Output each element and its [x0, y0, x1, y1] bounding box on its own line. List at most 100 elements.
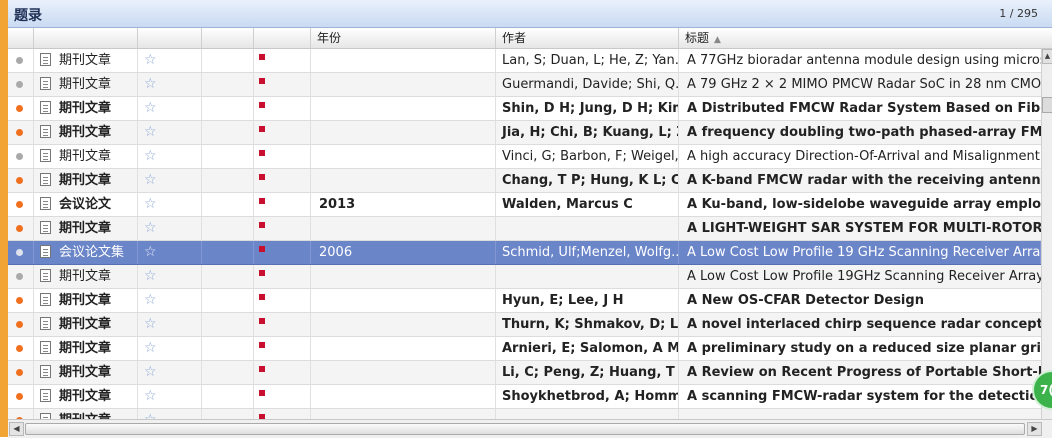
scroll-up-button[interactable]: ▲	[1042, 49, 1052, 64]
type-cell[interactable]: 期刊文章	[34, 217, 138, 240]
type-cell[interactable]: 期刊文章	[34, 49, 138, 72]
star-cell[interactable]: ☆	[138, 265, 202, 288]
star-icon[interactable]: ☆	[144, 73, 157, 96]
star-cell[interactable]: ☆	[138, 385, 202, 408]
table-row[interactable]: 期刊文章 ☆ Shin, D H; Jung, D H; Kim, A Distrib…	[8, 97, 1041, 121]
star-icon[interactable]: ☆	[144, 169, 157, 192]
star-cell[interactable]: ☆	[138, 313, 202, 336]
read-status-cell[interactable]	[8, 49, 34, 72]
star-cell[interactable]: ☆	[138, 241, 202, 264]
header-flag[interactable]	[254, 28, 311, 48]
flag-cell[interactable]	[254, 49, 311, 72]
read-status-cell[interactable]	[8, 385, 34, 408]
flag-cell[interactable]	[254, 97, 311, 120]
star-cell[interactable]: ☆	[138, 169, 202, 192]
star-icon[interactable]: ☆	[144, 289, 157, 312]
flag-cell[interactable]	[254, 169, 311, 192]
flag-cell[interactable]	[254, 385, 311, 408]
type-cell[interactable]: 期刊文章	[34, 97, 138, 120]
type-cell[interactable]: 期刊文章	[34, 169, 138, 192]
table-row[interactable]: 会议论文 ☆ 2013 Walden, Marcus C A Ku-band, low-…	[8, 193, 1041, 217]
header-type[interactable]	[34, 28, 138, 48]
read-status-cell[interactable]	[8, 409, 34, 419]
read-status-cell[interactable]	[8, 289, 34, 312]
type-cell[interactable]: 期刊文章	[34, 409, 138, 419]
scroll-left-button[interactable]: ◀	[9, 422, 24, 436]
header-star[interactable]	[138, 28, 202, 48]
table-row[interactable]: 期刊文章 ☆ A Low Cost Low Profile 19GHz Scanni…	[8, 265, 1041, 289]
read-status-cell[interactable]	[8, 313, 34, 336]
read-status-cell[interactable]	[8, 193, 34, 216]
star-cell[interactable]: ☆	[138, 49, 202, 72]
type-cell[interactable]: 期刊文章	[34, 73, 138, 96]
star-cell[interactable]: ☆	[138, 337, 202, 360]
header-read-status[interactable]	[8, 28, 34, 48]
table-row[interactable]: 期刊文章 ☆ A LIGHT-WEIGHT SAR SYSTEM FOR MULTI…	[8, 217, 1041, 241]
table-row[interactable]: 期刊文章 ☆ Lan, S; Duan, L; He, Z; Yan... A 77G…	[8, 49, 1041, 73]
flag-cell[interactable]	[254, 361, 311, 384]
table-row[interactable]: 期刊文章 ☆ Chang, T P; Hung, K L; Ch. A K-band …	[8, 169, 1041, 193]
vertical-scroll-thumb[interactable]	[1042, 97, 1052, 113]
type-cell[interactable]: 期刊文章	[34, 361, 138, 384]
star-icon[interactable]: ☆	[144, 217, 157, 240]
star-cell[interactable]: ☆	[138, 409, 202, 419]
star-cell[interactable]: ☆	[138, 97, 202, 120]
flag-cell[interactable]	[254, 313, 311, 336]
star-icon[interactable]: ☆	[144, 337, 157, 360]
star-cell[interactable]: ☆	[138, 361, 202, 384]
star-icon[interactable]: ☆	[144, 361, 157, 384]
vertical-scrollbar[interactable]: ▲	[1041, 49, 1052, 419]
flag-cell[interactable]	[254, 145, 311, 168]
read-status-cell[interactable]	[8, 97, 34, 120]
star-cell[interactable]: ☆	[138, 217, 202, 240]
read-status-cell[interactable]	[8, 361, 34, 384]
star-icon[interactable]: ☆	[144, 193, 157, 216]
type-cell[interactable]: 期刊文章	[34, 121, 138, 144]
table-row[interactable]: 期刊文章 ☆ Arnieri, E; Salomon, A M; A prelimin…	[8, 337, 1041, 361]
star-icon[interactable]: ☆	[144, 241, 157, 264]
star-icon[interactable]: ☆	[144, 313, 157, 336]
type-cell[interactable]: 期刊文章	[34, 385, 138, 408]
type-cell[interactable]: 期刊文章	[34, 265, 138, 288]
header-year[interactable]: 年份	[311, 28, 496, 48]
star-icon[interactable]: ☆	[144, 121, 157, 144]
star-cell[interactable]: ☆	[138, 73, 202, 96]
table-row[interactable]: 期刊文章 ☆ Vinci, G; Barbon, F; Weigel,... A hi…	[8, 145, 1041, 169]
table-row[interactable]: 期刊文章 ☆ Shoykhetbrod, A; Homme A scanning FM…	[8, 385, 1041, 409]
read-status-cell[interactable]	[8, 217, 34, 240]
flag-cell[interactable]	[254, 193, 311, 216]
flag-cell[interactable]	[254, 409, 311, 419]
star-cell[interactable]: ☆	[138, 289, 202, 312]
read-status-cell[interactable]	[8, 241, 34, 264]
read-status-cell[interactable]	[8, 121, 34, 144]
horizontal-scroll-thumb[interactable]	[25, 423, 1025, 435]
flag-cell[interactable]	[254, 241, 311, 264]
type-cell[interactable]: 会议论文	[34, 193, 138, 216]
type-cell[interactable]: 会议论文集	[34, 241, 138, 264]
table-row[interactable]: 期刊文章 ☆ Guermandi, Davide; Shi, Q... A 79 GH…	[8, 73, 1041, 97]
star-icon[interactable]: ☆	[144, 49, 157, 72]
flag-cell[interactable]	[254, 265, 311, 288]
star-icon[interactable]: ☆	[144, 385, 157, 408]
type-cell[interactable]: 期刊文章	[34, 313, 138, 336]
table-row[interactable]: 期刊文章 ☆	[8, 409, 1041, 419]
scroll-right-button[interactable]: ▶	[1027, 422, 1042, 436]
read-status-cell[interactable]	[8, 169, 34, 192]
star-icon[interactable]: ☆	[144, 97, 157, 120]
read-status-cell[interactable]	[8, 145, 34, 168]
read-status-cell[interactable]	[8, 73, 34, 96]
header-author[interactable]: 作者	[496, 28, 679, 48]
header-blank[interactable]	[202, 28, 254, 48]
type-cell[interactable]: 期刊文章	[34, 289, 138, 312]
table-row[interactable]: 会议论文集 ☆ 2006 Schmid, Ulf;Menzel, Wolfg... A …	[8, 241, 1041, 265]
star-cell[interactable]: ☆	[138, 193, 202, 216]
star-icon[interactable]: ☆	[144, 265, 157, 288]
flag-cell[interactable]	[254, 337, 311, 360]
table-row[interactable]: 期刊文章 ☆ Hyun, E; Lee, J H A New OS-CFAR Dete…	[8, 289, 1041, 313]
flag-cell[interactable]	[254, 289, 311, 312]
flag-cell[interactable]	[254, 73, 311, 96]
header-title[interactable]: 标题 ▲	[679, 28, 1052, 48]
star-cell[interactable]: ☆	[138, 121, 202, 144]
table-row[interactable]: 期刊文章 ☆ Jia, H; Chi, B; Kuang, L; Zh A frequ…	[8, 121, 1041, 145]
table-row[interactable]: 期刊文章 ☆ Li, C; Peng, Z; Huang, T Y; A Review…	[8, 361, 1041, 385]
